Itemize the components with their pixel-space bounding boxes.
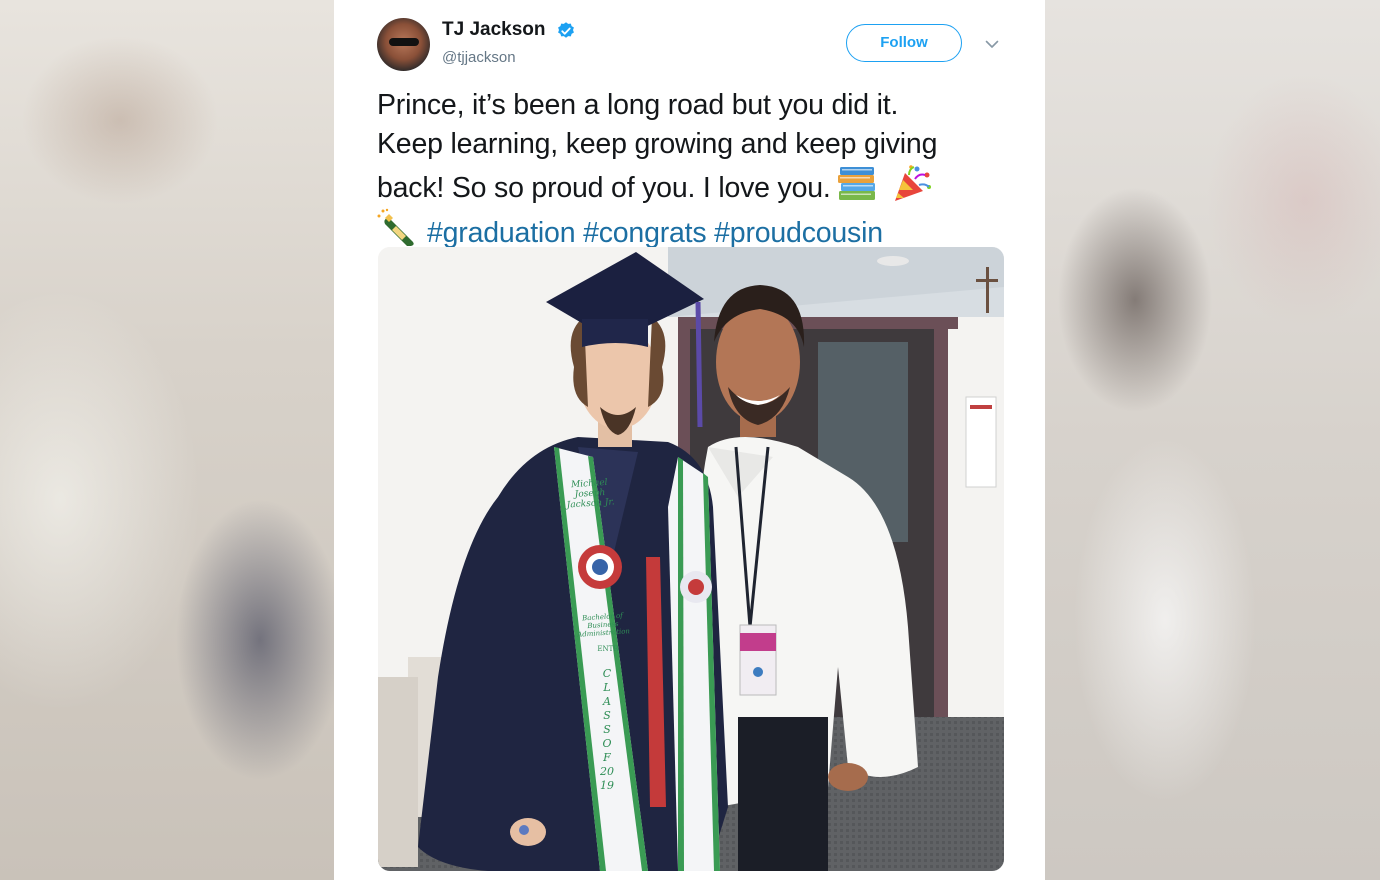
party-popper-emoji bbox=[894, 165, 931, 201]
hashtag-congrats[interactable]: #congrats bbox=[583, 217, 707, 249]
stole-degree: Bachelor of Business Administration bbox=[576, 611, 631, 639]
tweet-text-line-3-text: back! So so proud of you. I love you. bbox=[377, 172, 831, 204]
tweet-text: Prince, it’s been a long road but you di… bbox=[377, 86, 1007, 252]
stole-name: Michael Joseph Jackson Jr. bbox=[566, 477, 615, 511]
follow-button[interactable]: Follow bbox=[846, 24, 962, 62]
hashtag-graduation[interactable]: #graduation bbox=[427, 217, 576, 249]
tweet-text-line-4: #graduation #congrats #proudcousin bbox=[377, 208, 1007, 253]
champagne-bottle-emoji bbox=[377, 208, 414, 246]
stole-extra: ENTR bbox=[597, 645, 619, 653]
avatar-sunglasses bbox=[389, 38, 419, 46]
hashtag-proudcousin[interactable]: #proudcousin bbox=[714, 217, 883, 249]
avatar[interactable] bbox=[377, 18, 430, 71]
blurred-background-right bbox=[1045, 0, 1380, 880]
display-name[interactable]: TJ Jackson bbox=[442, 19, 546, 41]
graduation-photo bbox=[378, 247, 1004, 871]
tweet-card: TJ Jackson @tjjackson Follow Prince, it’… bbox=[334, 0, 1045, 880]
chevron-down-icon[interactable] bbox=[984, 36, 1000, 52]
books-emoji bbox=[837, 167, 875, 200]
user-handle[interactable]: @tjjackson bbox=[442, 49, 516, 66]
tweet-text-line-1: Prince, it’s been a long road but you di… bbox=[377, 89, 899, 121]
tweet-text-line-3: back! So so proud of you. I love you. bbox=[377, 163, 1007, 208]
tweet-photo[interactable]: Michael Joseph Jackson Jr. Bachelor of B… bbox=[378, 247, 1004, 871]
stole-class: CLASS OF 2019 bbox=[600, 667, 614, 792]
verified-badge-icon bbox=[558, 22, 574, 38]
blurred-background-left bbox=[0, 0, 334, 880]
tweet-text-line-2: Keep learning, keep growing and keep giv… bbox=[377, 127, 938, 160]
